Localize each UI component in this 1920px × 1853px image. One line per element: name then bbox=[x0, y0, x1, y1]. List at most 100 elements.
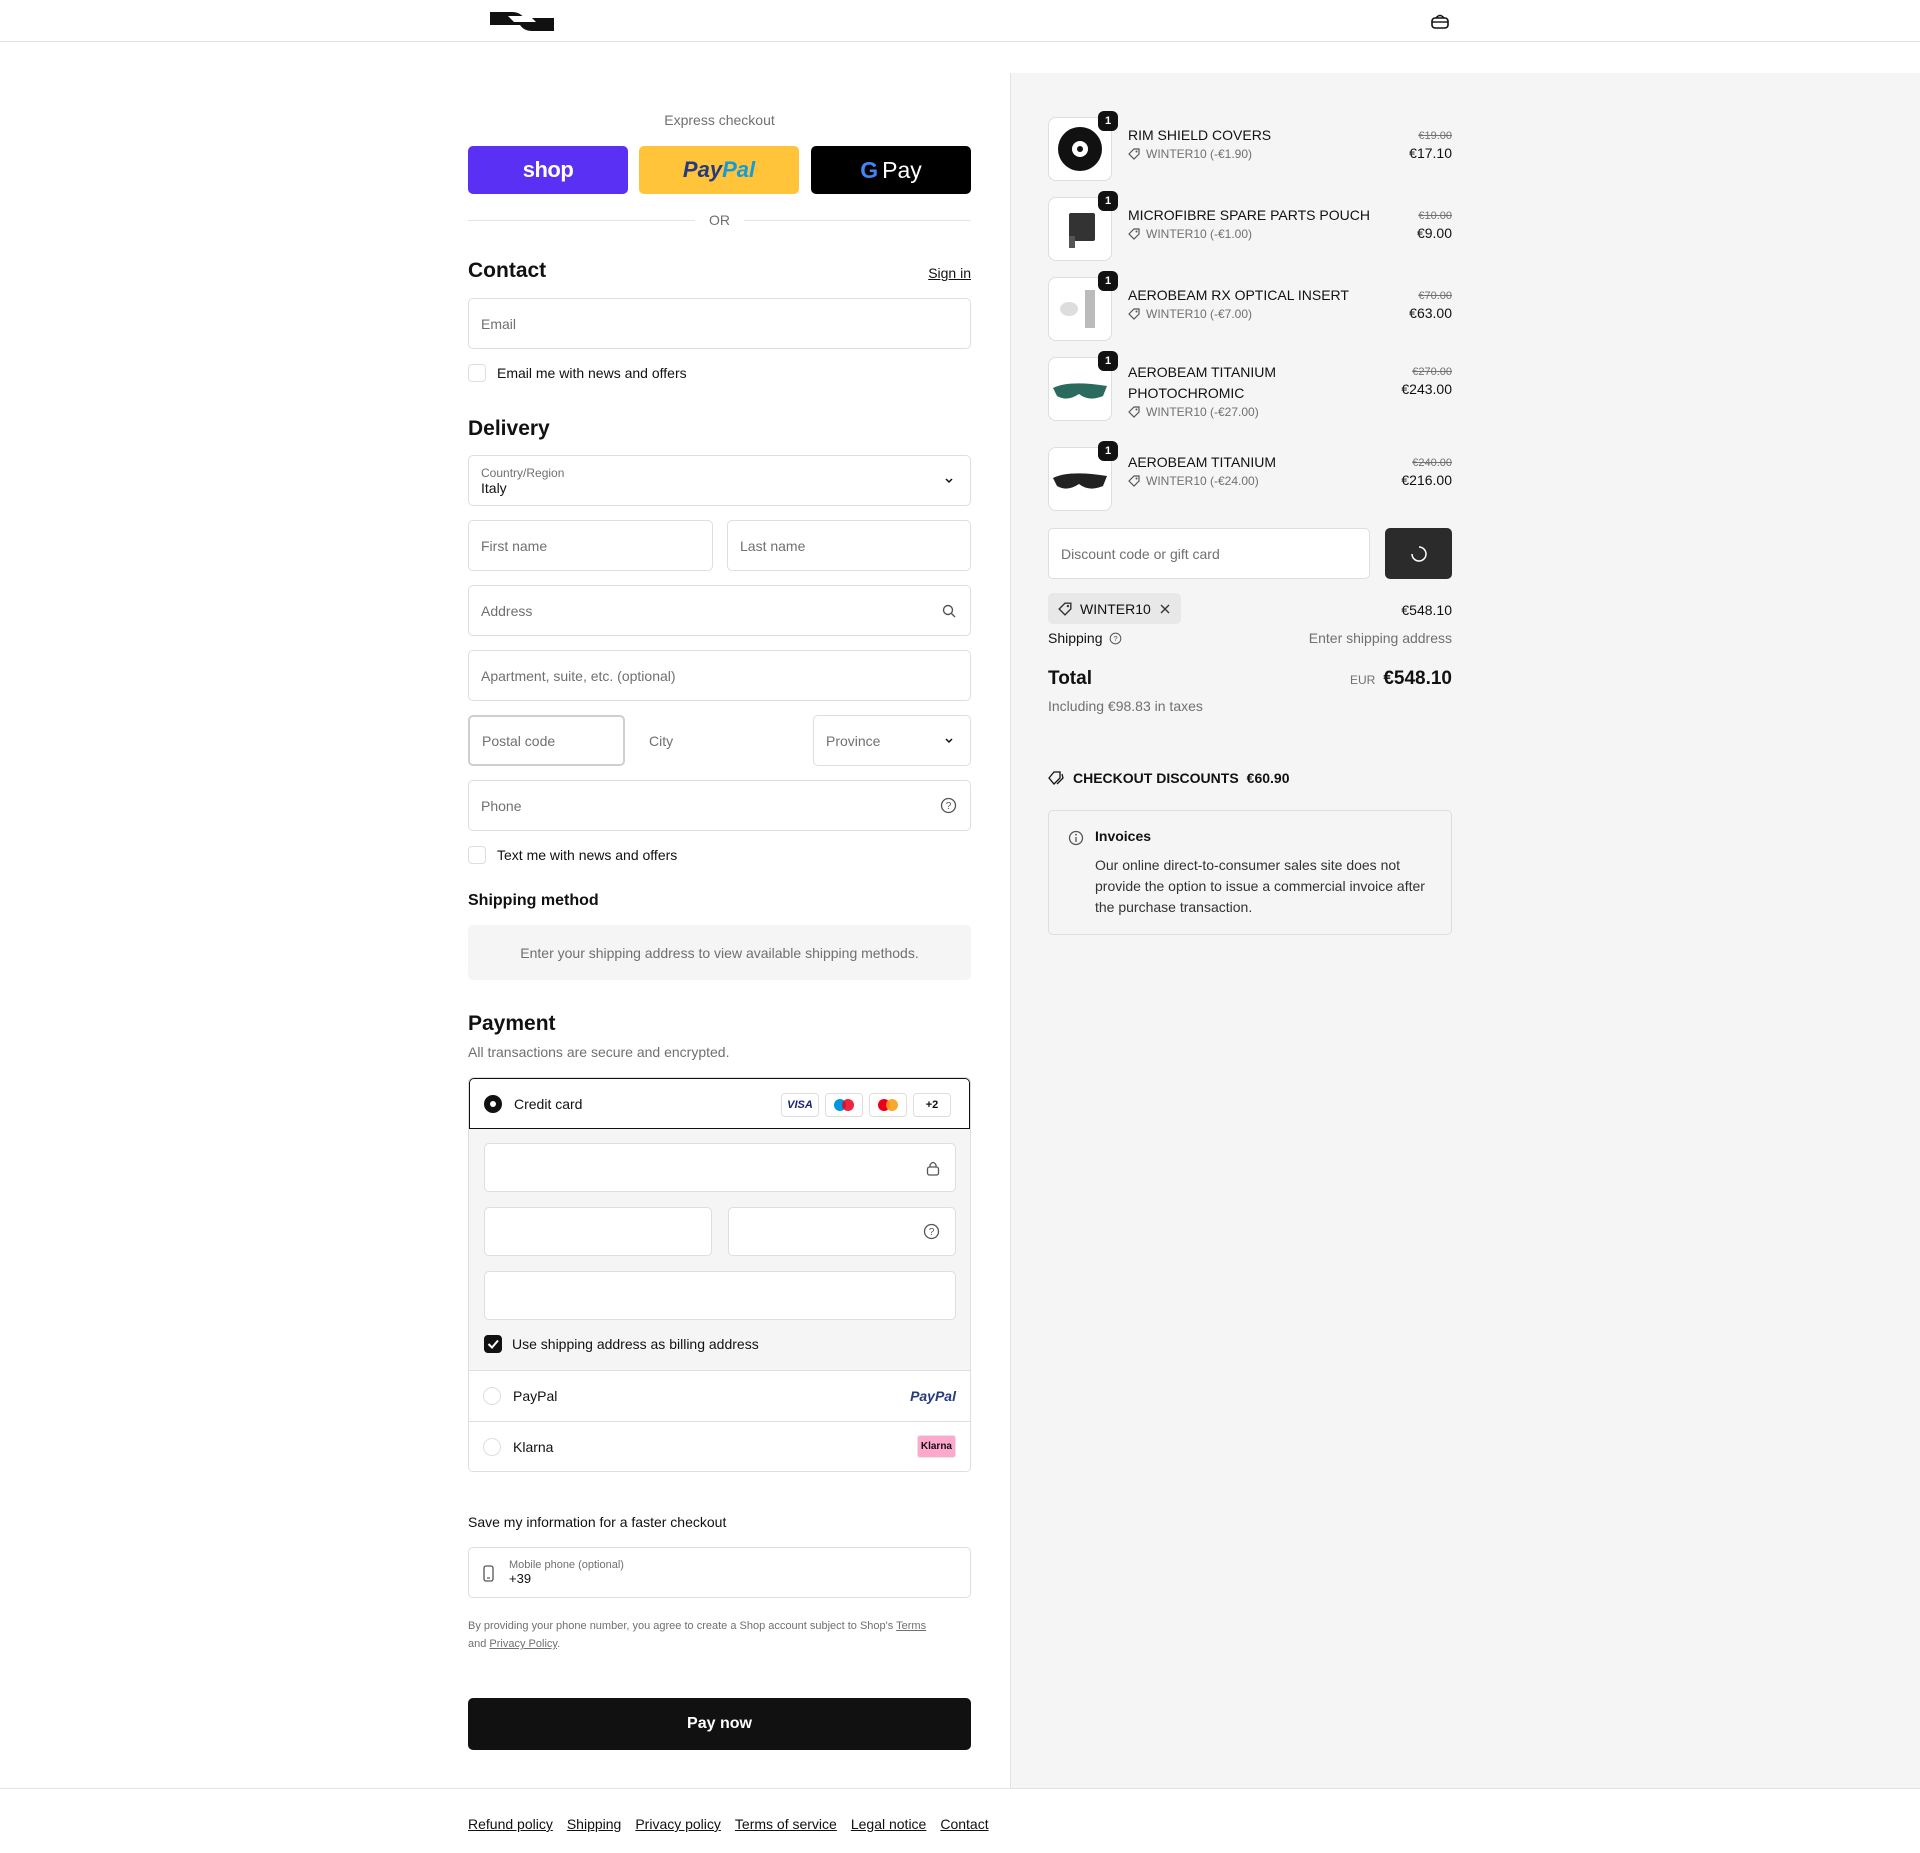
bag-icon[interactable] bbox=[1430, 13, 1450, 29]
help-icon[interactable]: ? bbox=[1109, 632, 1122, 645]
city-field[interactable]: City bbox=[636, 715, 786, 766]
paypal-logo: PayPal bbox=[682, 157, 756, 182]
province-placeholder: Province bbox=[826, 732, 881, 749]
delivery-title: Delivery bbox=[468, 417, 550, 440]
klarna-label: Klarna bbox=[513, 1438, 554, 1455]
item-name: MICROFIBRE SPARE PARTS POUCH bbox=[1128, 207, 1370, 223]
shop-pay-button[interactable]: shop bbox=[468, 146, 628, 194]
visa-icon: VISA bbox=[781, 1093, 819, 1117]
klarna-radio[interactable] bbox=[483, 1437, 501, 1456]
security-code-field[interactable]: ? bbox=[728, 1207, 956, 1256]
google-pay-button[interactable]: G Pay bbox=[811, 146, 971, 194]
quantity-badge: 1 bbox=[1098, 191, 1118, 211]
subtotal-value: €548.10 bbox=[1401, 602, 1452, 618]
paypal-radio[interactable] bbox=[483, 1387, 501, 1405]
card-brands: VISA +2 bbox=[781, 1093, 951, 1117]
currency-code: EUR bbox=[1349, 673, 1376, 687]
last-name-field[interactable]: Last name bbox=[727, 520, 971, 571]
name-on-card-field[interactable] bbox=[484, 1271, 956, 1320]
discount-text: WINTER10 (-€1.00) bbox=[1146, 227, 1253, 241]
tag-icon bbox=[1128, 148, 1140, 160]
sign-in-link[interactable]: Sign in bbox=[928, 265, 971, 281]
close-icon[interactable] bbox=[1159, 603, 1171, 615]
mobile-phone-label: Mobile phone (optional) bbox=[509, 1559, 624, 1571]
item-discount: WINTER10 (-€1.90) bbox=[1128, 147, 1252, 161]
postal-code-field[interactable]: Postal code bbox=[468, 715, 625, 766]
paypal-logo-pal: Pal bbox=[722, 157, 756, 182]
quantity-badge: 1 bbox=[1098, 351, 1118, 371]
paypal-option[interactable]: PayPal PayPal bbox=[469, 1371, 970, 1421]
card-details: ? Use shipping address as billing addres… bbox=[469, 1129, 970, 1371]
klarna-option[interactable]: Klarna Klarna bbox=[469, 1421, 970, 1471]
paypal-logo: PayPal bbox=[910, 1388, 956, 1404]
old-price: €270.00 bbox=[1412, 366, 1452, 378]
price: €9.00 bbox=[1416, 225, 1452, 241]
text-news-checkbox[interactable] bbox=[468, 846, 486, 864]
country-label: Country/Region bbox=[481, 465, 565, 480]
applied-discount-chip: WINTER10 bbox=[1048, 593, 1181, 624]
shop-legal-text: By providing your phone number, you agre… bbox=[468, 1620, 927, 1650]
first-name-field[interactable]: First name bbox=[468, 520, 713, 571]
brand-logo[interactable] bbox=[490, 12, 555, 31]
footer-link-terms[interactable]: Terms of service bbox=[735, 1816, 837, 1832]
invoice-title: Invoices bbox=[1095, 828, 1152, 844]
footer-link-refund[interactable]: Refund policy bbox=[468, 1816, 553, 1832]
contact-title: Contact bbox=[468, 259, 547, 282]
item-name: AEROBEAM TITANIUM PHOTOCHROMIC bbox=[1128, 364, 1277, 401]
tag-icon bbox=[1058, 601, 1072, 616]
credit-card-radio[interactable] bbox=[484, 1094, 502, 1113]
discount-text: WINTER10 (-€1.90) bbox=[1146, 147, 1253, 161]
email-news-checkbox[interactable] bbox=[468, 364, 486, 382]
paypal-label: PayPal bbox=[513, 1388, 558, 1404]
google-g-icon: G bbox=[860, 156, 879, 183]
tag-icon bbox=[1128, 475, 1140, 487]
help-icon[interactable]: ? bbox=[940, 797, 957, 814]
billing-checkbox[interactable] bbox=[484, 1335, 502, 1353]
item-discount: WINTER10 (-€27.00) bbox=[1128, 405, 1259, 419]
old-price: €19.00 bbox=[1418, 130, 1452, 142]
footer-link-legal[interactable]: Legal notice bbox=[851, 1816, 927, 1832]
country-select[interactable]: Country/Region Italy bbox=[468, 455, 971, 506]
tag-icon bbox=[1048, 771, 1064, 785]
terms-link[interactable]: Terms bbox=[896, 1620, 926, 1632]
phone-field[interactable]: Phone ? bbox=[468, 780, 971, 831]
chevron-down-icon bbox=[945, 738, 953, 744]
price: €243.00 bbox=[1401, 381, 1452, 397]
apply-discount-button[interactable] bbox=[1385, 528, 1452, 579]
credit-card-option[interactable]: Credit card VISA +2 bbox=[469, 1078, 970, 1129]
card-number-field[interactable] bbox=[484, 1143, 956, 1192]
old-price: €70.00 bbox=[1418, 290, 1452, 302]
help-icon[interactable]: ? bbox=[923, 1223, 940, 1240]
discount-code-input[interactable]: Discount code or gift card bbox=[1048, 528, 1370, 579]
shipping-row: Shipping ? Enter shipping address bbox=[1048, 630, 1452, 646]
billing-label: Use shipping address as billing address bbox=[512, 1336, 759, 1352]
or-divider: OR bbox=[468, 212, 971, 228]
info-icon bbox=[1068, 830, 1084, 846]
address-field[interactable]: Address bbox=[468, 585, 971, 636]
invoice-text: Our online direct-to-consumer sales site… bbox=[1095, 857, 1425, 915]
price: €63.00 bbox=[1409, 305, 1452, 321]
province-select[interactable]: Province bbox=[813, 715, 971, 766]
expiry-field[interactable] bbox=[484, 1207, 712, 1256]
footer-link-shipping[interactable]: Shipping bbox=[567, 1816, 622, 1832]
total-wrap: EUR €548.10 bbox=[1350, 668, 1452, 690]
apartment-field[interactable]: Apartment, suite, etc. (optional) bbox=[468, 650, 971, 701]
phone-placeholder: Phone bbox=[481, 797, 522, 814]
mobile-phone-field[interactable]: Mobile phone (optional) +39 bbox=[468, 1547, 971, 1598]
footer-link-privacy[interactable]: Privacy policy bbox=[635, 1816, 721, 1832]
privacy-link[interactable]: Privacy Policy bbox=[489, 1638, 557, 1650]
mobile-phone-icon bbox=[483, 1565, 494, 1582]
checkmark-icon bbox=[487, 1339, 499, 1349]
google-pay-label: Pay bbox=[882, 156, 922, 183]
or-label: OR bbox=[709, 212, 730, 228]
more-cards-badge: +2 bbox=[913, 1093, 951, 1117]
discount-text: WINTER10 (-€27.00) bbox=[1146, 405, 1259, 419]
lock-icon bbox=[926, 1161, 940, 1176]
payment-options: Credit card VISA +2 ? Use shipping addre… bbox=[468, 1077, 971, 1472]
shipping-method-title: Shipping method bbox=[468, 892, 599, 909]
paypal-express-button[interactable]: PayPal bbox=[639, 146, 799, 194]
email-field[interactable]: Email bbox=[468, 298, 971, 349]
pay-now-button[interactable]: Pay now bbox=[468, 1698, 971, 1750]
footer-link-contact[interactable]: Contact bbox=[940, 1816, 988, 1832]
legal-dot: . bbox=[557, 1638, 561, 1650]
